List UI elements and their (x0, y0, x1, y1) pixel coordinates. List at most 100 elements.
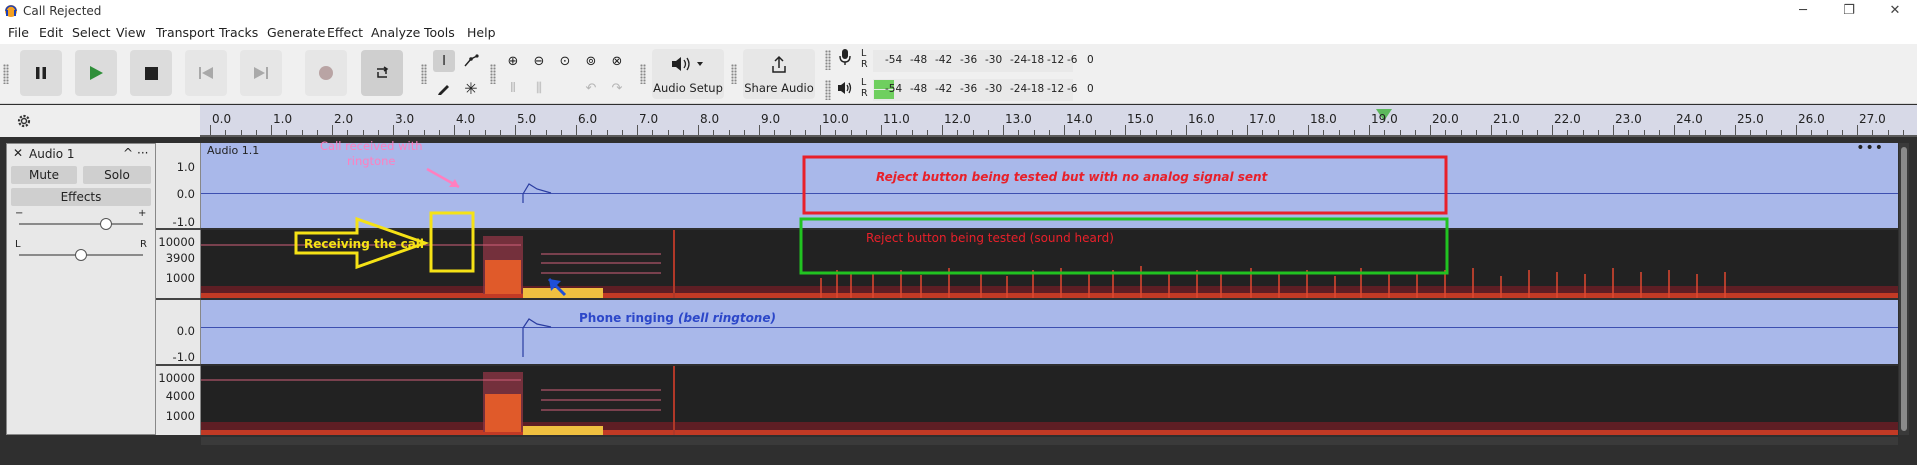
edit-grip[interactable] (490, 64, 496, 84)
menu-generate[interactable]: Generate (267, 25, 325, 40)
horizontal-scrollbar[interactable] (201, 437, 1898, 445)
timeline-tick-label: 8.0 (700, 112, 720, 126)
record-meter[interactable]: L R -54 -48 -42 -36 -30 -24 -18 -12 -6 0 (861, 48, 1101, 74)
track-menu-button[interactable]: ··· (137, 146, 148, 160)
play-scale-30: -30 (985, 83, 1003, 95)
play-button[interactable] (75, 50, 117, 96)
record-scale-24: -24 (1010, 54, 1028, 66)
annotation-overlay (294, 155, 1449, 297)
multi-tool[interactable]: ✳ (460, 77, 482, 99)
menu-file[interactable]: File (8, 25, 29, 40)
timeline-tick-label: 12.0 (944, 112, 971, 126)
loop-button[interactable] (361, 50, 403, 96)
timeline-tick (454, 125, 455, 135)
timeline-tick (1018, 130, 1020, 135)
skip-start-icon (199, 67, 213, 79)
menu-edit[interactable]: Edit (39, 25, 63, 40)
timeline-tick (1567, 130, 1569, 135)
timeline-tick (1353, 130, 1355, 135)
envelope-tool[interactable] (460, 50, 482, 72)
record-meter-channels: L R (861, 48, 868, 70)
timeline-tick (286, 130, 288, 135)
timeline-tick (789, 130, 791, 135)
redo-button[interactable]: ↷ (606, 77, 628, 99)
fit-project-button[interactable]: ⊚ (580, 50, 602, 72)
gain-slider-knob[interactable] (99, 218, 112, 230)
skip-to-end-button[interactable] (240, 50, 282, 96)
wave1-label-bottom: -1.0 (172, 215, 195, 229)
track-name[interactable]: Audio 1 (29, 147, 75, 161)
vertical-scrollbar[interactable] (1899, 143, 1909, 435)
close-window-button[interactable]: ✕ (1880, 2, 1910, 20)
solo-button[interactable]: Solo (83, 166, 151, 184)
maximize-button[interactable]: ❐ (1834, 2, 1864, 20)
timeline-tick-label: 13.0 (1005, 112, 1032, 126)
gain-slider-track[interactable] (19, 223, 143, 225)
pan-left-label: L (15, 239, 21, 250)
mute-button[interactable]: Mute (11, 166, 77, 184)
timeline-tick (362, 130, 364, 135)
minimize-button[interactable]: ─ (1788, 2, 1818, 20)
playback-meter[interactable]: L R -54 -48 -42 -36 -30 -24 -18 -12 -6 0 (861, 77, 1101, 103)
audio-setup-button[interactable]: Audio Setup (652, 49, 724, 99)
timeline-tick-label: 5.0 (517, 112, 537, 126)
wave1-label-top: 1.0 (176, 160, 195, 174)
silence-button[interactable]: ⫼ (528, 77, 550, 99)
timeline-tick (1704, 130, 1706, 135)
timeline-tick (1064, 125, 1065, 135)
pan-slider-knob[interactable] (75, 249, 87, 261)
gain-minus-label: − (15, 208, 24, 219)
selection-tool[interactable]: I (433, 50, 455, 72)
timeline-tick (1369, 125, 1370, 135)
timeline-tick (1643, 130, 1645, 135)
vertical-scrollbar-thumb[interactable] (1901, 147, 1907, 431)
menu-tools[interactable]: Tools (424, 25, 455, 40)
collapse-track-button[interactable]: ^ (123, 146, 133, 160)
zoom-out-button[interactable]: ⊖ (528, 50, 550, 72)
timeline-tick (1689, 130, 1691, 135)
undo-button[interactable]: ↶ (580, 77, 602, 99)
record-meter-grip[interactable] (825, 50, 831, 70)
setup-grip[interactable] (640, 64, 646, 84)
menu-view[interactable]: View (116, 25, 146, 40)
play-meter-grip[interactable] (825, 80, 831, 100)
zoom-in-button[interactable]: ⊕ (502, 50, 524, 72)
play-scale-18: -18 (1027, 83, 1045, 95)
pause-button[interactable] (20, 50, 62, 96)
timeline-ruler[interactable]: 0.0 1.0 2.0 3.0 4.0 5.0 6.0 7.0 8.0 9.0 10.0 11.0 12… (200, 105, 1917, 137)
pause-icon (36, 67, 46, 79)
close-track-button[interactable]: ✕ (13, 146, 23, 160)
share-grip[interactable] (731, 64, 737, 84)
timeline-tick (621, 130, 623, 135)
timeline-tick (682, 130, 684, 135)
stop-button[interactable] (130, 50, 172, 96)
menu-help[interactable]: Help (467, 25, 496, 40)
menu-effect[interactable]: Effect (327, 25, 363, 40)
timeline-tick (926, 130, 928, 135)
zoom-toggle-button[interactable]: ⊗ (606, 50, 628, 72)
fit-selection-button[interactable]: ⊙ (554, 50, 576, 72)
timeline-tick (530, 130, 532, 135)
tools-grip[interactable] (421, 64, 427, 84)
toolbar-grip[interactable] (3, 64, 9, 84)
undo-icon: ↶ (585, 80, 597, 96)
timeline-settings-button[interactable] (15, 112, 33, 133)
menu-transport[interactable]: Transport (156, 25, 215, 40)
skip-to-start-button[interactable] (185, 50, 227, 96)
menu-tracks[interactable]: Tracks (219, 25, 258, 40)
timeline-tick (1765, 130, 1767, 135)
effects-button[interactable]: Effects (11, 188, 151, 206)
audio-clip[interactable]: Audio 1.1 ••• Call received with rington… (201, 139, 1898, 435)
record-button[interactable] (305, 50, 347, 96)
trim-button[interactable]: ⫴ (502, 77, 524, 99)
audio-setup-label: Audio Setup (653, 81, 723, 95)
draw-tool[interactable] (433, 77, 455, 99)
menu-analyze[interactable]: Analyze (371, 25, 420, 40)
share-audio-button[interactable]: Share Audio (743, 49, 815, 99)
timeline-tick (423, 130, 425, 135)
timeline-tick (881, 125, 882, 135)
timeline-tick (255, 130, 257, 135)
menu-select[interactable]: Select (72, 25, 111, 40)
vertical-ruler[interactable]: 1.0 0.0 -1.0 10000 3900 1000 0.0 -1.0 10… (156, 143, 201, 435)
fit-selection-icon: ⊙ (559, 53, 571, 69)
